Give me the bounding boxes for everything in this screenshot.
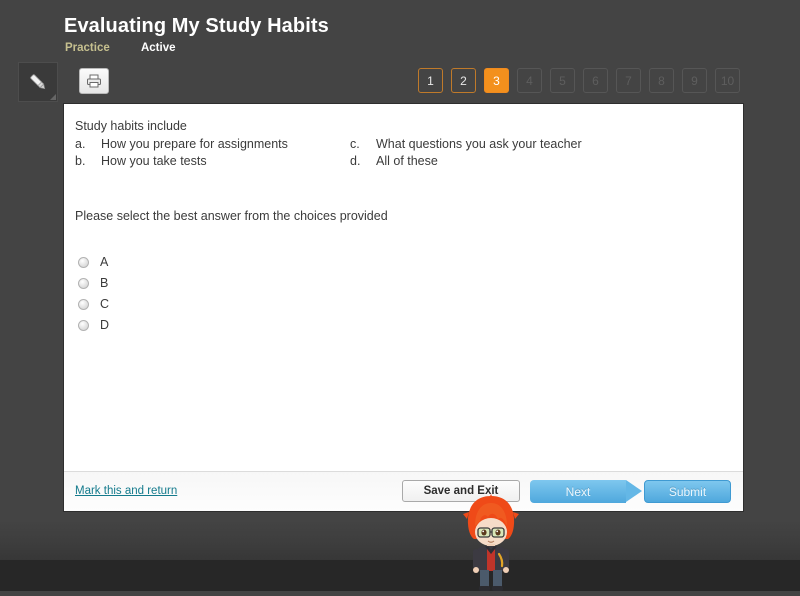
choice-a: a. How you prepare for assignments [75, 136, 350, 152]
choice-d: d. All of these [350, 153, 438, 169]
answer-option-a[interactable]: A [78, 252, 109, 272]
printer-icon [80, 69, 108, 93]
question-nav-button-6: 6 [583, 68, 608, 93]
question-nav-button-3[interactable]: 3 [484, 68, 509, 93]
radio-button-d[interactable] [78, 319, 89, 331]
background-gradient [0, 520, 800, 560]
choice-c-letter: c. [350, 137, 360, 151]
question-card: Study habits include a. How you prepare … [64, 104, 743, 511]
question-nav-button-8: 8 [649, 68, 674, 93]
choice-b: b. How you take tests [75, 153, 350, 169]
page-title: Evaluating My Study Habits [64, 15, 329, 37]
choice-a-text: How you prepare for assignments [101, 137, 288, 151]
question-nav-button-4: 4 [517, 68, 542, 93]
choice-c: c. What questions you ask your teacher [350, 136, 582, 152]
radio-button-c[interactable] [78, 298, 89, 310]
question-choices-list: a. How you prepare for assignments c. Wh… [75, 136, 725, 170]
question-nav-button-10: 10 [715, 68, 740, 93]
choice-row: b. How you take tests d. All of these [75, 153, 725, 169]
tool-dropdown-corner-icon[interactable] [50, 94, 56, 100]
answer-option-b-label: B [100, 276, 109, 290]
question-nav-button-9: 9 [682, 68, 707, 93]
bottom-bar [0, 560, 800, 591]
print-button[interactable] [79, 68, 109, 94]
choice-a-letter: a. [75, 137, 86, 151]
answer-instruction: Please select the best answer from the c… [75, 209, 388, 223]
question-body: Study habits include a. How you prepare … [64, 104, 743, 471]
answer-options: A B C D [78, 252, 109, 336]
question-nav-button-7: 7 [616, 68, 641, 93]
mark-this-and-return-link[interactable]: Mark this and return [75, 485, 177, 497]
card-footer: Mark this and return Save and Exit Next … [64, 471, 743, 511]
next-button[interactable]: Next [530, 480, 642, 503]
question-stem: Study habits include [75, 119, 187, 133]
chevron-right-icon [626, 480, 642, 502]
pencil-tool-button[interactable] [18, 62, 58, 102]
choice-row: a. How you prepare for assignments c. Wh… [75, 136, 725, 152]
radio-button-a[interactable] [78, 256, 89, 268]
assignment-meta: Practice Active [65, 42, 176, 54]
question-nav-button-1[interactable]: 1 [418, 68, 443, 93]
question-nav-button-2[interactable]: 2 [451, 68, 476, 93]
choice-d-letter: d. [350, 154, 361, 168]
assessment-page: Evaluating My Study Habits Practice Acti… [0, 0, 800, 591]
question-navigation: 1 2 3 4 5 6 7 8 9 10 [418, 68, 740, 93]
answer-option-b[interactable]: B [78, 273, 109, 293]
choice-c-text: What questions you ask your teacher [376, 137, 582, 151]
submit-button[interactable]: Submit [644, 480, 731, 503]
chibi-avatar [458, 492, 524, 591]
choice-b-letter: b. [75, 154, 86, 168]
radio-button-b[interactable] [78, 277, 89, 289]
status-badge: Active [140, 42, 176, 54]
answer-option-d[interactable]: D [78, 315, 109, 335]
answer-option-c-label: C [100, 297, 110, 311]
answer-option-c[interactable]: C [78, 294, 109, 314]
choice-d-text: All of these [376, 154, 438, 168]
answer-option-d-label: D [100, 318, 110, 332]
choice-b-text: How you take tests [101, 154, 207, 168]
answer-option-a-label: A [100, 255, 109, 269]
mode-label: Practice [65, 42, 110, 54]
question-nav-button-5: 5 [550, 68, 575, 93]
next-button-label: Next [565, 484, 591, 499]
